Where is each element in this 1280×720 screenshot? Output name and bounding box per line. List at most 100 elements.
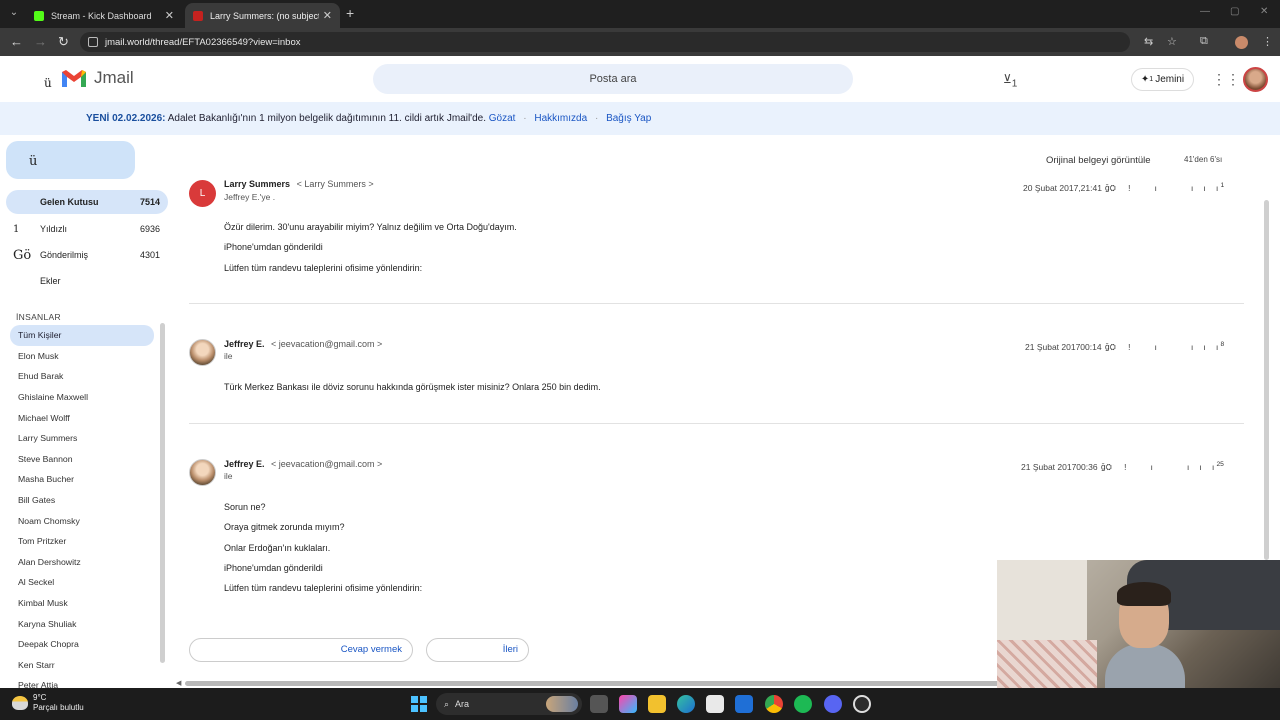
spotify-icon[interactable] xyxy=(794,695,812,713)
search-input[interactable]: Posta ara xyxy=(373,64,853,94)
report-icon[interactable]: ! xyxy=(1124,463,1126,472)
chrome-icon[interactable] xyxy=(765,695,783,713)
sender-address: < jeevacation@gmail.com > xyxy=(271,339,383,349)
person-item[interactable]: Deepak Chopra xyxy=(10,634,154,655)
person-item[interactable]: Tom Pritzker xyxy=(10,531,154,552)
person-item[interactable]: Karyna Shuliak xyxy=(10,613,154,634)
action-icon[interactable]: ı xyxy=(1200,463,1202,472)
about-link[interactable]: Hakkımızda xyxy=(534,113,587,124)
header-badge: 1 xyxy=(1011,78,1018,90)
close-tab-icon[interactable]: ✕ xyxy=(323,9,332,22)
action-icon[interactable]: ı xyxy=(1204,343,1206,352)
forward-icon[interactable]: → xyxy=(34,34,47,49)
store-icon[interactable] xyxy=(706,695,724,713)
reply-button[interactable]: Cevap vermek xyxy=(189,638,413,662)
action-icon[interactable]: ı xyxy=(1151,463,1153,472)
person-item[interactable]: Masha Bucher xyxy=(10,469,154,490)
tab-jmail-thread[interactable]: Larry Summers: (no subject) — ✕ xyxy=(185,3,340,28)
person-item[interactable]: Michael Wolff xyxy=(10,407,154,428)
windows-start-icon[interactable] xyxy=(411,696,427,712)
sidebar-item-attachments[interactable]: Ekler xyxy=(6,269,168,293)
streamer-shirt xyxy=(1105,644,1185,688)
sidebar-item-inbox[interactable]: Gelen Kutusu 7514 xyxy=(6,190,168,214)
sender-avatar xyxy=(189,339,216,366)
task-view-icon[interactable] xyxy=(590,695,608,713)
maximize-icon[interactable]: ▢ xyxy=(1230,6,1239,17)
message-date: 21 Şubat 201700:36 xyxy=(1021,462,1098,472)
jmail-logo[interactable]: Jmail xyxy=(60,68,134,88)
mail-icon[interactable] xyxy=(735,695,753,713)
back-icon[interactable]: ← xyxy=(10,34,23,49)
person-item[interactable]: Ghislaine Maxwell xyxy=(10,387,154,408)
sidebar-item-sent[interactable]: Gö Gönderilmiş 4301 xyxy=(6,243,168,267)
action-icon[interactable]: ı xyxy=(1191,343,1193,352)
hierarchy-icon[interactable]: ⛭ xyxy=(1109,184,1115,193)
action-icon[interactable]: ı xyxy=(1187,463,1189,472)
obs-icon[interactable] xyxy=(853,695,871,713)
inbox-download-icon[interactable]: ⊻1 xyxy=(1003,72,1017,89)
message-date: 21 Şubat 201700:14 xyxy=(1025,342,1102,352)
more-icon[interactable]: ı xyxy=(1216,343,1218,352)
sender-address: < Larry Summers > xyxy=(296,179,374,189)
weather-temp: 9°C xyxy=(33,693,47,702)
horizontal-scrollbar[interactable] xyxy=(185,681,1005,686)
compose-button[interactable]: ü xyxy=(6,141,135,179)
person-item[interactable]: Elon Musk xyxy=(10,346,154,367)
banner-separator: · xyxy=(523,113,527,124)
taskbar-search[interactable]: ⌕ Ara xyxy=(436,693,582,715)
search-highlight-image xyxy=(546,696,578,712)
address-bar[interactable]: jmail.world/thread/EFTA02366549?view=inb… xyxy=(80,32,1130,52)
new-tab-icon[interactable]: + xyxy=(346,5,354,21)
sidebar-item-starred[interactable]: 1 Yıldızlı 6936 xyxy=(6,217,168,241)
person-item[interactable]: Ehud Barak xyxy=(10,366,154,387)
extensions-icon[interactable]: ⧉ xyxy=(1200,35,1208,48)
more-icon[interactable]: ı xyxy=(1212,463,1214,472)
report-icon[interactable]: ! xyxy=(1128,343,1130,352)
tab-kick-dashboard[interactable]: Stream - Kick Dashboard ✕ xyxy=(26,3,182,28)
edge-icon[interactable] xyxy=(677,695,695,713)
more-icon[interactable]: ı xyxy=(1216,184,1218,193)
person-item[interactable]: Bill Gates xyxy=(10,490,154,511)
discord-icon[interactable] xyxy=(824,695,842,713)
action-icon[interactable]: ı xyxy=(1204,184,1206,193)
donate-link[interactable]: Bağış Yap xyxy=(606,113,651,124)
browse-link[interactable]: Gözat xyxy=(489,113,516,124)
minimize-icon[interactable]: — xyxy=(1200,6,1210,17)
person-item[interactable]: Kimbal Musk xyxy=(10,593,154,614)
hamburger-menu-icon[interactable]: ü xyxy=(44,76,52,90)
view-original-link[interactable]: Orijinal belgeyi görüntüle xyxy=(1046,155,1151,166)
jemini-button[interactable]: ✦ 1 Jemini xyxy=(1131,68,1194,91)
action-icon[interactable]: ı xyxy=(1155,184,1157,193)
site-info-icon[interactable] xyxy=(88,37,98,47)
profile-avatar-icon[interactable] xyxy=(1235,36,1248,49)
thread-scrollbar[interactable] xyxy=(1264,200,1269,560)
copilot-icon[interactable] xyxy=(619,695,637,713)
account-avatar[interactable] xyxy=(1243,67,1268,92)
tab-search-chevron-icon[interactable]: ⌄ xyxy=(6,5,22,21)
file-explorer-icon[interactable] xyxy=(648,695,666,713)
person-item[interactable]: Alan Dershowitz xyxy=(10,552,154,573)
forward-button[interactable]: İleri xyxy=(426,638,529,662)
translate-icon[interactable]: ⇆ xyxy=(1144,35,1153,48)
hierarchy-icon[interactable]: ⛭ xyxy=(1105,463,1111,472)
sender-line: Jeffrey E. < jeevacation@gmail.com > xyxy=(224,339,382,349)
person-item[interactable]: Steve Bannon xyxy=(10,449,154,470)
action-icon[interactable]: ı xyxy=(1155,343,1157,352)
person-item[interactable]: Ken Starr xyxy=(10,655,154,676)
bookmark-star-icon[interactable]: ☆ xyxy=(1167,35,1177,48)
sidebar-scrollbar[interactable] xyxy=(160,323,165,663)
scroll-left-icon[interactable]: ◀ xyxy=(176,679,181,687)
sender-avatar xyxy=(189,459,216,486)
action-icon[interactable]: ı xyxy=(1191,184,1193,193)
person-item[interactable]: Larry Summers xyxy=(10,428,154,449)
close-window-icon[interactable]: ✕ xyxy=(1260,6,1268,17)
browser-menu-icon[interactable]: ⋮ xyxy=(1262,35,1273,48)
person-item[interactable]: Noam Chomsky xyxy=(10,510,154,531)
hierarchy-icon[interactable]: ⛭ xyxy=(1109,343,1115,352)
close-tab-icon[interactable]: ✕ xyxy=(165,9,174,22)
person-item[interactable]: Al Seckel xyxy=(10,572,154,593)
report-icon[interactable]: ! xyxy=(1128,184,1130,193)
person-item[interactable]: Tüm Kişiler xyxy=(10,325,154,346)
weather-widget[interactable]: 9°C Parçalı bulutlu xyxy=(12,693,84,713)
reload-icon[interactable]: ↻ xyxy=(58,34,69,50)
